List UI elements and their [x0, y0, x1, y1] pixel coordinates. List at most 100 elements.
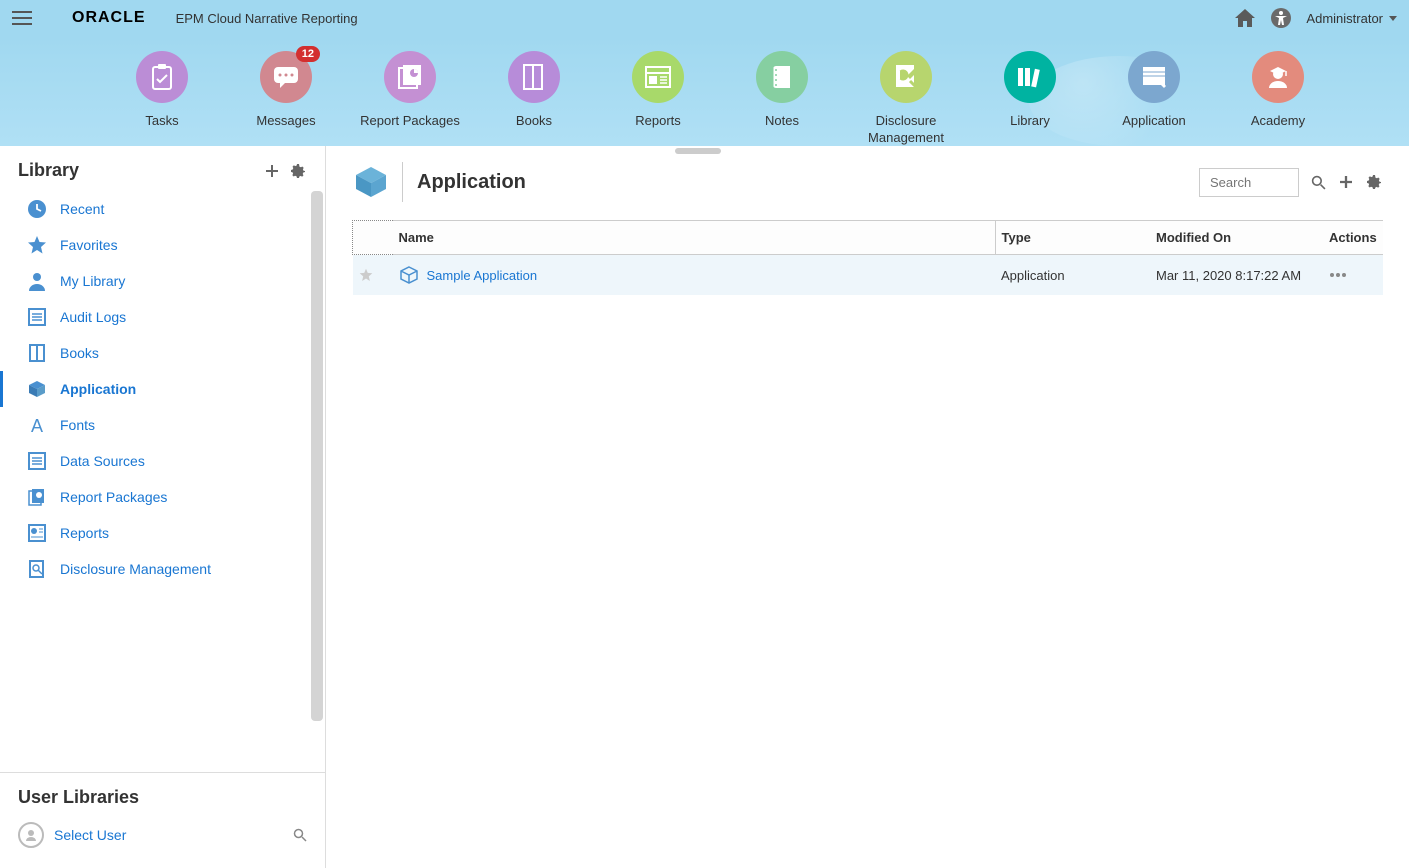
column-type[interactable]: Type	[995, 221, 1150, 255]
nav-label: Notes	[765, 113, 799, 130]
sidebar-item-my-library[interactable]: My Library	[0, 263, 325, 299]
sidebar-item-recent[interactable]: Recent	[0, 191, 325, 227]
sidebar-item-application[interactable]: Application	[0, 371, 325, 407]
gear-icon[interactable]	[289, 162, 307, 180]
sidebar-item-data-sources[interactable]: Data Sources	[0, 443, 325, 479]
product-title: EPM Cloud Narrative Reporting	[176, 11, 358, 26]
brand-logo: ORACLE	[72, 9, 146, 27]
sidebar-item-books[interactable]: Books	[0, 335, 325, 371]
row-modified: Mar 11, 2020 8:17:22 AM	[1150, 255, 1323, 296]
nav-messages[interactable]: 12Messages	[224, 51, 348, 130]
sidebar-item-favorites[interactable]: Favorites	[0, 227, 325, 263]
row-actions-icon[interactable]	[1323, 255, 1383, 296]
nav-notes[interactable]: Notes	[720, 51, 844, 130]
sidebar-item-label: Recent	[60, 201, 104, 217]
library-icon	[1004, 51, 1056, 103]
nav-label: Application	[1122, 113, 1186, 130]
home-icon[interactable]	[1234, 7, 1256, 29]
book-icon	[508, 51, 560, 103]
sidebar-item-label: Data Sources	[60, 453, 145, 469]
nav-tasks[interactable]: Tasks	[100, 51, 224, 130]
font-icon: A	[26, 414, 48, 436]
user-circle-icon	[18, 822, 44, 848]
chevron-down-icon	[1389, 16, 1397, 21]
sidebar-item-label: Application	[60, 381, 136, 397]
nav-report-packages[interactable]: Report Packages	[348, 51, 472, 130]
accessibility-icon[interactable]	[1270, 7, 1292, 29]
user-name: Administrator	[1306, 11, 1383, 26]
search-input[interactable]	[1199, 168, 1299, 197]
clock-icon	[26, 198, 48, 220]
search-icon[interactable]	[1309, 173, 1327, 191]
user-libraries-title: User Libraries	[18, 787, 307, 808]
column-modified[interactable]: Modified On	[1150, 221, 1323, 255]
sidebar-item-audit-logs[interactable]: Audit Logs	[0, 299, 325, 335]
column-name[interactable]: Name	[393, 221, 996, 255]
chat-icon: 12	[260, 51, 312, 103]
lines-icon	[26, 306, 48, 328]
nav-label: Books	[516, 113, 552, 130]
nav-academy[interactable]: Academy	[1216, 51, 1340, 130]
search-icon[interactable]	[293, 828, 307, 842]
notes-icon	[756, 51, 808, 103]
table-row[interactable]: Sample Application ApplicationMar 11, 202…	[353, 255, 1384, 296]
cube-icon	[399, 265, 419, 285]
drag-handle[interactable]	[675, 148, 721, 154]
sidebar-item-report-packages[interactable]: Report Packages	[0, 479, 325, 515]
sidebar-item-label: Fonts	[60, 417, 95, 433]
add-icon[interactable]	[263, 162, 281, 180]
row-name-text: Sample Application	[427, 268, 538, 283]
application-icon	[1128, 51, 1180, 103]
report-small-icon	[26, 522, 48, 544]
nav-label: DisclosureManagement	[868, 113, 944, 147]
cube-icon	[26, 378, 48, 400]
svg-text:A: A	[31, 416, 43, 435]
report-icon	[632, 51, 684, 103]
sidebar-title: Library	[18, 160, 255, 181]
sidebar-item-label: Disclosure Management	[60, 561, 211, 577]
sidebar-item-label: Favorites	[60, 237, 118, 253]
sidebar-item-reports[interactable]: Reports	[0, 515, 325, 551]
nav-reports[interactable]: Reports	[596, 51, 720, 130]
scrollbar-thumb[interactable]	[311, 191, 323, 721]
sidebar-item-disclosure-management[interactable]: Disclosure Management	[0, 551, 325, 587]
application-icon	[352, 163, 390, 201]
row-type: Application	[995, 255, 1150, 296]
nav-label: Tasks	[145, 113, 178, 130]
disclosure-small-icon	[26, 558, 48, 580]
disclosure-icon	[880, 51, 932, 103]
nav-label: Report Packages	[360, 113, 460, 130]
badge: 12	[296, 46, 320, 62]
gear-icon[interactable]	[1365, 173, 1383, 191]
column-actions[interactable]: Actions	[1323, 221, 1383, 255]
select-user-label: Select User	[54, 827, 126, 843]
person-icon	[26, 270, 48, 292]
nav-library[interactable]: Library	[968, 51, 1092, 130]
star-icon	[26, 234, 48, 256]
add-icon[interactable]	[1337, 173, 1355, 191]
academy-icon	[1252, 51, 1304, 103]
report-pkg-small-icon	[26, 486, 48, 508]
nav-label: Academy	[1251, 113, 1305, 130]
clipboard-icon	[136, 51, 188, 103]
sidebar-item-label: Books	[60, 345, 99, 361]
hamburger-menu-icon[interactable]	[12, 11, 32, 25]
favorite-star-icon[interactable]	[353, 255, 393, 296]
book-small-icon	[26, 342, 48, 364]
sidebar-item-label: Audit Logs	[60, 309, 126, 325]
nav-label: Library	[1010, 113, 1050, 130]
nav-label: Reports	[635, 113, 681, 130]
sidebar-item-label: Reports	[60, 525, 109, 541]
sidebar-item-fonts[interactable]: A Fonts	[0, 407, 325, 443]
lines-icon	[26, 450, 48, 472]
page-title: Application	[417, 171, 526, 194]
nav-disclosure-management[interactable]: DisclosureManagement	[844, 51, 968, 147]
row-name-link[interactable]: Sample Application	[399, 265, 990, 285]
select-user-button[interactable]: Select User	[18, 822, 307, 848]
nav-books[interactable]: Books	[472, 51, 596, 130]
nav-application[interactable]: Application	[1092, 51, 1216, 130]
report-pkg-icon	[384, 51, 436, 103]
sidebar-item-label: My Library	[60, 273, 125, 289]
sidebar-item-label: Report Packages	[60, 489, 167, 505]
user-menu[interactable]: Administrator	[1306, 11, 1397, 26]
